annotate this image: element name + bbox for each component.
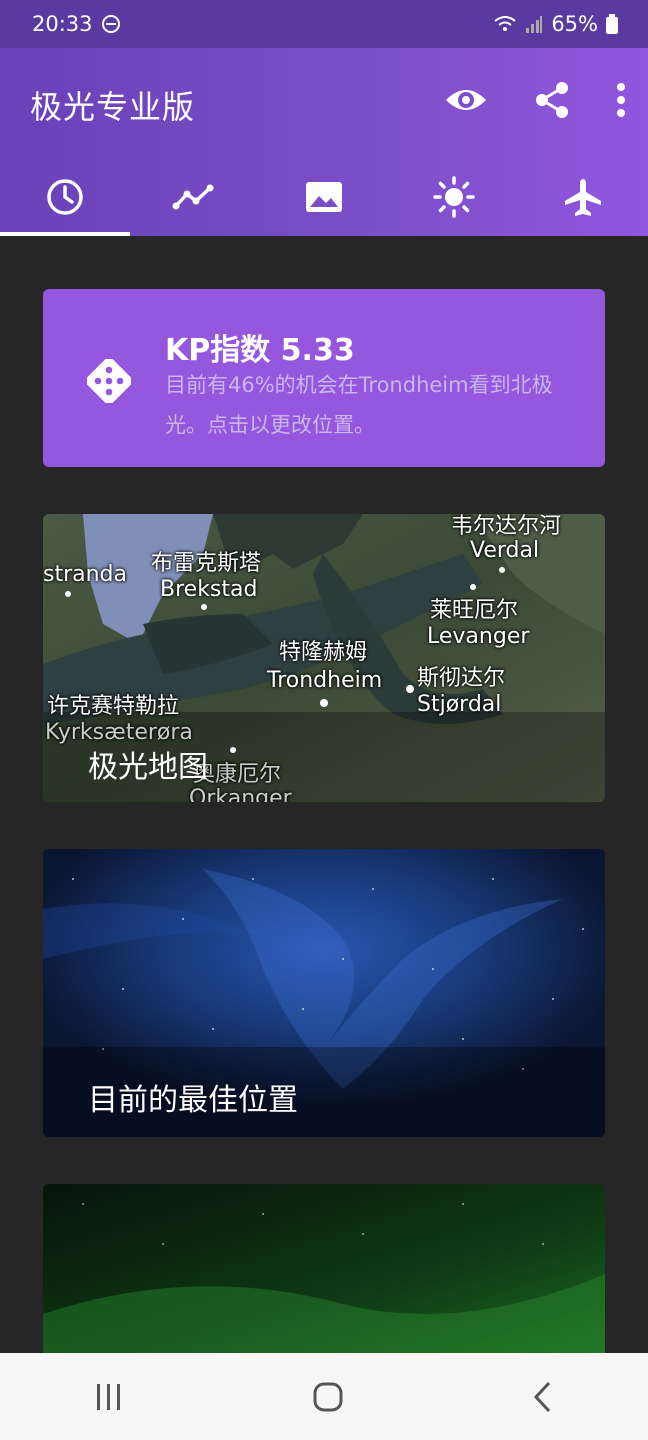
map-label: Orkanger [189, 786, 292, 802]
app-title: 极光专业版 [30, 88, 196, 126]
chart-line-icon [172, 184, 214, 210]
status-bar: 20:33 65% [0, 0, 648, 48]
tab-flights[interactable] [518, 158, 648, 236]
map-label: 莱旺厄尔 [430, 598, 519, 623]
battery-icon [606, 14, 618, 34]
sun-icon [432, 176, 475, 218]
system-nav-bar [0, 1353, 648, 1440]
map-label: 特隆赫姆 [279, 640, 368, 665]
eye-icon[interactable] [444, 78, 488, 122]
map-label: Brekstad [160, 577, 258, 602]
signal-icon [526, 16, 543, 33]
aurora-map-card[interactable]: 韦尔达尔河 Verdal 布雷克斯塔 Brekstad stranda 莱旺厄尔… [43, 514, 605, 802]
kp-index-title: KP指数 5.33 [165, 333, 355, 368]
map-label: 斯彻达尔 [417, 666, 506, 691]
image-icon [305, 182, 342, 212]
home-icon[interactable] [312, 1381, 344, 1413]
map-label: 许克赛特勒拉 [47, 694, 180, 719]
wifi-icon [494, 16, 516, 31]
clock-icon [47, 179, 83, 215]
map-label: 韦尔达尔河 [451, 514, 562, 539]
aurora-map-caption: 极光地图 [88, 750, 208, 785]
do-not-disturb-icon [101, 15, 120, 33]
map-label: Levanger [427, 624, 530, 649]
recents-icon[interactable] [93, 1382, 125, 1412]
map-label: stranda [43, 562, 128, 587]
aurora-photo-card[interactable] [43, 1184, 605, 1354]
dice-icon [87, 359, 131, 403]
map-label: Stjørdal [417, 692, 502, 717]
best-location-caption: 目前的最佳位置 [88, 1083, 298, 1118]
status-time: 20:33 [32, 12, 93, 36]
map-label: 布雷克斯塔 [151, 551, 262, 576]
app-bar: 极光专业版 [0, 48, 648, 236]
back-icon[interactable] [531, 1380, 555, 1414]
app-actions [444, 78, 626, 122]
share-icon[interactable] [532, 80, 572, 120]
more-vert-icon[interactable] [616, 82, 626, 118]
map-label: Trondheim [267, 668, 383, 693]
green-aurora-background [43, 1184, 605, 1354]
map-label: Verdal [470, 538, 540, 563]
tab-chart[interactable] [130, 158, 260, 236]
airplane-icon [565, 179, 602, 216]
tab-solar[interactable] [389, 158, 519, 236]
tab-gallery[interactable] [259, 158, 389, 236]
kp-index-card[interactable]: KP指数 5.33 目前有46%的机会在Trondheim看到北极光。点击以更改… [43, 289, 605, 467]
tab-bar [0, 158, 648, 236]
best-location-card[interactable]: 目前的最佳位置 [43, 849, 605, 1137]
battery-percent: 65% [551, 12, 598, 36]
kp-index-description: 目前有46%的机会在Trondheim看到北极光。点击以更改位置。 [165, 373, 553, 437]
tab-forecast[interactable] [0, 158, 130, 236]
